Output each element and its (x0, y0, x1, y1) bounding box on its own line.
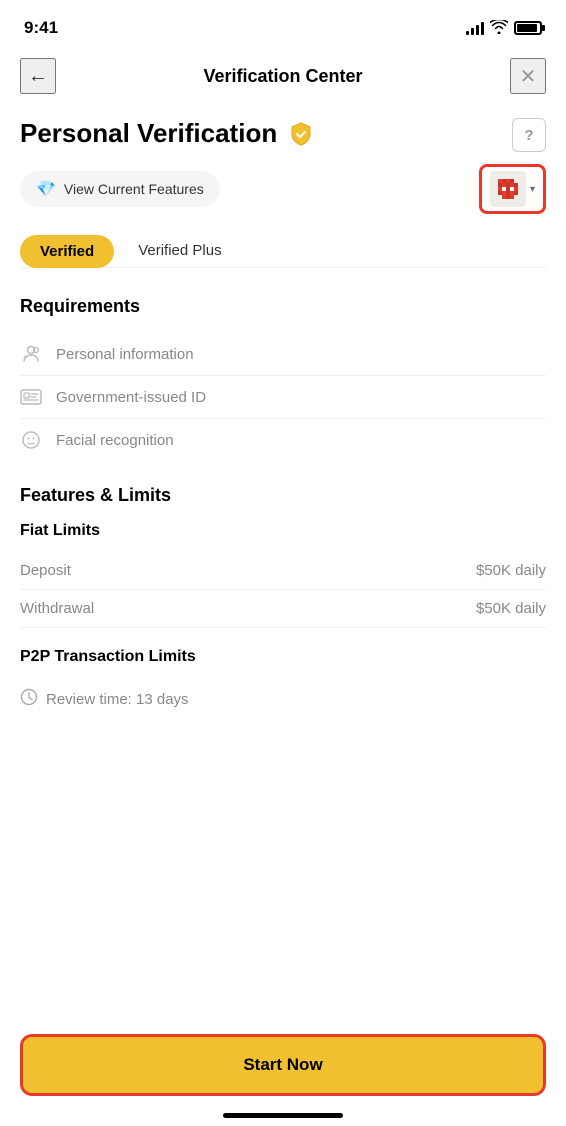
back-button[interactable]: ← (20, 58, 56, 94)
requirements-section: Requirements Personal information (20, 296, 546, 461)
home-indicator (223, 1113, 343, 1118)
close-icon: ✕ (520, 64, 537, 89)
requirement-item: Personal information (20, 333, 546, 376)
view-features-button[interactable]: 💎 View Current Features (20, 171, 220, 207)
requirement-item: Facial recognition (20, 419, 546, 461)
govt-id-label: Government-issued ID (56, 389, 206, 406)
withdrawal-limit-row: Withdrawal $50K daily (20, 590, 546, 628)
close-button[interactable]: ✕ (510, 58, 546, 94)
clock-icon (20, 688, 38, 711)
avatar-dropdown[interactable]: ▾ (479, 164, 546, 214)
features-limits-section: Features & Limits Fiat Limits Deposit $5… (20, 485, 546, 628)
section-header: Personal Verification ? (20, 118, 546, 152)
features-row: 💎 View Current Features (20, 164, 546, 214)
features-btn-label: View Current Features (64, 181, 204, 197)
id-icon (20, 386, 42, 408)
battery-icon (514, 21, 542, 35)
section-title: Personal Verification (20, 118, 277, 149)
avatar (490, 171, 526, 207)
withdrawal-value: $50K daily (476, 600, 546, 617)
personal-info-label: Personal information (56, 346, 194, 363)
diamond-icon: 💎 (36, 179, 56, 199)
fiat-limits-label: Fiat Limits (20, 522, 546, 540)
features-limits-label: Features & Limits (20, 485, 546, 506)
withdrawal-label: Withdrawal (20, 600, 94, 617)
title-row: Personal Verification (20, 118, 315, 149)
tab-verified-plus[interactable]: Verified Plus (134, 234, 225, 267)
tab-row: Verified Verified Plus (20, 234, 546, 268)
facial-recognition-label: Facial recognition (56, 432, 174, 449)
face-icon (20, 429, 42, 451)
tab-verified[interactable]: Verified (20, 235, 114, 268)
nav-header: ← Verification Center ✕ (0, 50, 566, 102)
person-icon (20, 343, 42, 365)
p2p-limits-label: P2P Transaction Limits (20, 648, 546, 666)
signal-icon (466, 21, 484, 35)
status-icons (466, 20, 542, 37)
requirement-item: Government-issued ID (20, 376, 546, 419)
status-bar: 9:41 (0, 0, 566, 50)
deposit-value: $50K daily (476, 562, 546, 579)
status-time: 9:41 (24, 18, 58, 38)
help-button[interactable]: ? (512, 118, 546, 152)
back-arrow-icon: ← (28, 65, 48, 88)
deposit-limit-row: Deposit $50K daily (20, 552, 546, 590)
requirements-label: Requirements (20, 296, 546, 317)
deposit-label: Deposit (20, 562, 71, 579)
page-title: Verification Center (203, 66, 362, 87)
chevron-down-icon: ▾ (530, 184, 535, 195)
wifi-icon (490, 20, 508, 37)
main-content: Personal Verification ? 💎 View Current F… (0, 102, 566, 721)
p2p-review-time: Review time: 13 days (46, 691, 189, 708)
p2p-section: P2P Transaction Limits Review time: 13 d… (20, 648, 546, 721)
bottom-bar: Start Now (0, 1022, 566, 1126)
p2p-review-row: Review time: 13 days (20, 678, 546, 721)
start-now-button[interactable]: Start Now (20, 1034, 546, 1096)
shield-icon (287, 120, 315, 148)
